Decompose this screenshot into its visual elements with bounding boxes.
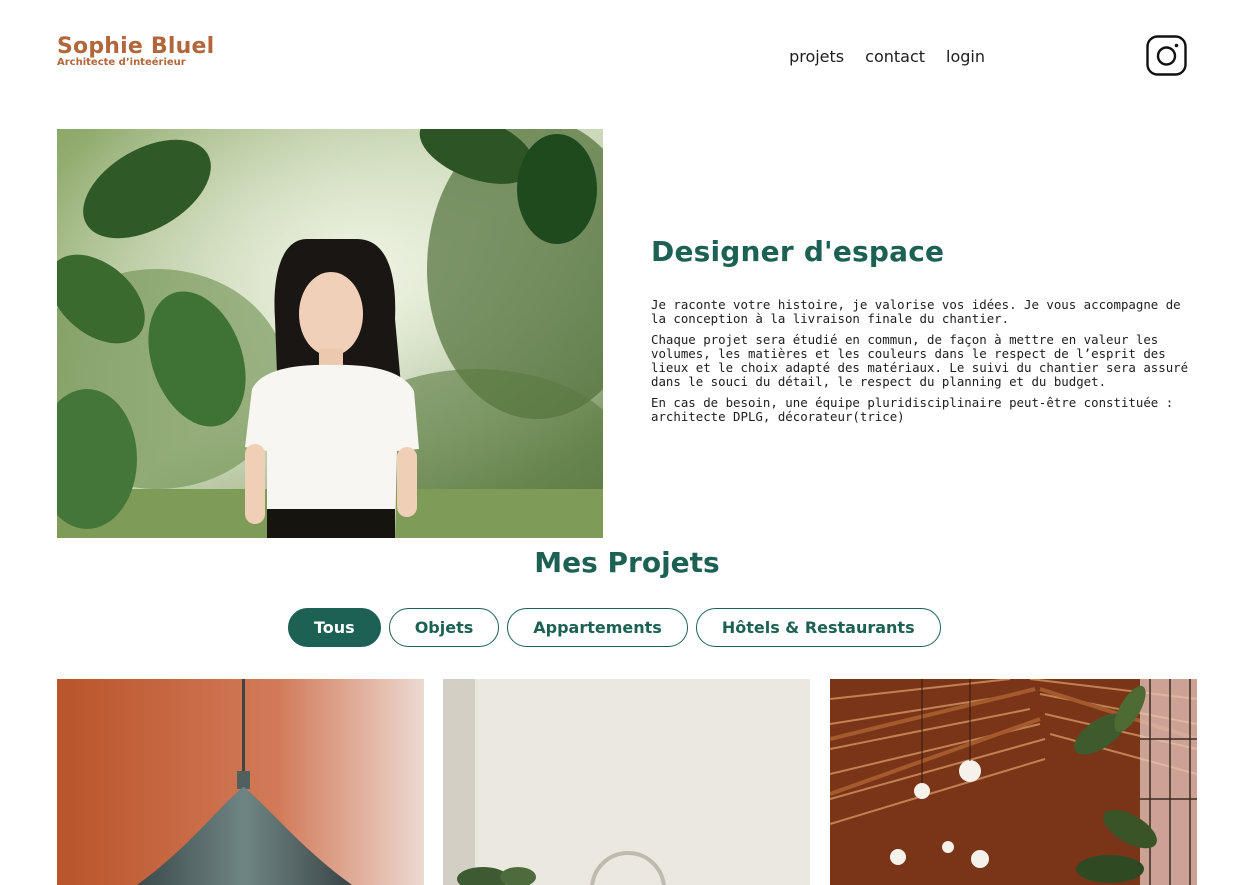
project-image-restaurant <box>830 679 1197 885</box>
main-nav: projets contact login <box>789 46 985 68</box>
intro-title: Designer d'espace <box>651 235 945 268</box>
nav-link-contact[interactable]: contact <box>865 46 925 68</box>
project-card[interactable] <box>830 679 1197 885</box>
filter-bar: Tous Objets Appartements Hôtels & Restau… <box>288 608 941 647</box>
instagram-icon[interactable] <box>1146 35 1187 76</box>
intro-paragraph: En cas de besoin, une équipe pluridiscip… <box>651 395 1174 424</box>
filter-appartements-button[interactable]: Appartements <box>507 608 688 647</box>
nav-link-login[interactable]: login <box>946 46 985 68</box>
intro-paragraph: Chaque projet sera étudié en commun, de … <box>651 332 1189 389</box>
project-image-apartment <box>443 679 810 885</box>
filter-hotels-restaurants-button[interactable]: Hôtels & Restaurants <box>695 608 941 647</box>
project-image-lamp <box>57 679 424 885</box>
projects-title: Mes Projets <box>534 546 720 579</box>
portrait-illustration <box>57 129 603 538</box>
project-card[interactable] <box>443 679 810 885</box>
project-gallery <box>57 679 1197 885</box>
project-card[interactable] <box>57 679 424 885</box>
filter-tous-button[interactable]: Tous <box>288 608 381 647</box>
intro-paragraph: Je raconte votre histoire, je valorise v… <box>651 297 1181 326</box>
intro-text: Je raconte votre histoire, je valorise v… <box>651 298 1201 431</box>
architect-portrait-photo <box>57 129 603 538</box>
nav-link-projets[interactable]: projets <box>789 46 844 68</box>
brand-logo[interactable]: Sophie Bluel Architecte d’inteérieur <box>57 34 214 68</box>
filter-objets-button[interactable]: Objets <box>388 608 500 647</box>
